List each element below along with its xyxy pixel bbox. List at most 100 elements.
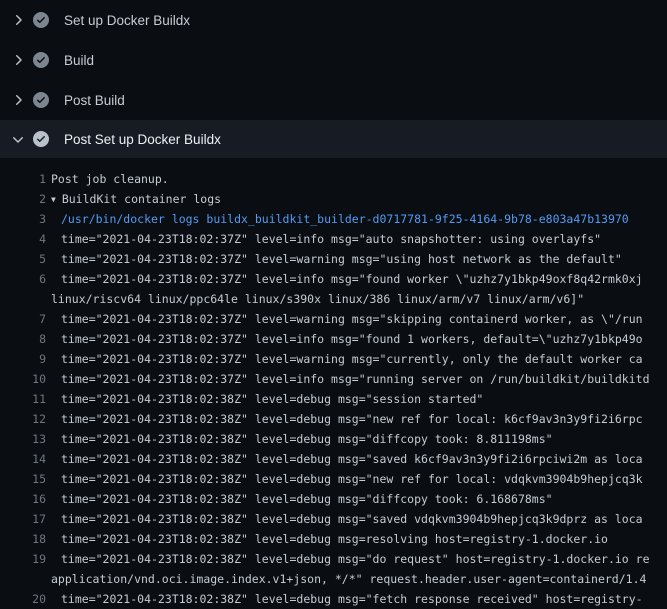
log-line-body: time="2021-04-23T18:02:38Z" level=debug … (61, 432, 553, 446)
log-line-text: ▼ BuildKit container logs (51, 189, 221, 209)
check-circle-icon (33, 12, 49, 28)
log-line-number[interactable]: 14 (0, 449, 46, 469)
step-row-set-up-docker-buildx[interactable]: Set up Docker Buildx (0, 0, 667, 40)
log-line-text: ▼time="2021-04-23T18:02:38Z" level=debug… (61, 489, 553, 509)
log-line-body: linux/riscv64 linux/ppc64le linux/s390x … (51, 292, 584, 306)
step-row-post-build[interactable]: Post Build (0, 80, 667, 120)
log-line-body: time="2021-04-23T18:02:38Z" level=debug … (61, 592, 643, 606)
log-line-text: ▼time="2021-04-23T18:02:37Z" level=info … (61, 329, 643, 349)
log-line-number[interactable]: 11 (0, 389, 46, 409)
log-line: 18 ▼time="2021-04-23T18:02:38Z" level=de… (0, 529, 667, 549)
group-collapse-triangle-icon[interactable]: ▼ (51, 195, 56, 204)
log-line-number[interactable]: 18 (0, 529, 46, 549)
chevron-right-icon (10, 12, 26, 28)
log-line-text: ▼time="2021-04-23T18:02:37Z" level=info … (61, 269, 643, 289)
step-title: Post Set up Docker Buildx (64, 132, 221, 147)
check-circle-icon (33, 92, 49, 108)
log-line-text: ▼time="2021-04-23T18:02:38Z" level=debug… (61, 529, 608, 549)
log-line: 9 ▼time="2021-04-23T18:02:37Z" level=war… (0, 349, 667, 369)
log-line-text: ▼time="2021-04-23T18:02:37Z" level=info … (61, 229, 601, 249)
log-line-text: ▼time="2021-04-23T18:02:38Z" level=debug… (61, 449, 643, 469)
log-line-body: time="2021-04-23T18:02:37Z" level=warnin… (61, 312, 643, 326)
check-circle-icon (33, 131, 49, 147)
log-line: 8 ▼time="2021-04-23T18:02:37Z" level=inf… (0, 329, 667, 349)
log-line-body: time="2021-04-23T18:02:37Z" level=info m… (61, 372, 650, 386)
log-line-text: ▼/usr/bin/docker logs buildx_buildkit_bu… (61, 209, 629, 229)
log-line-body: /usr/bin/docker logs buildx_buildkit_bui… (61, 212, 629, 226)
log-line-body: time="2021-04-23T18:02:38Z" level=debug … (61, 412, 643, 426)
step-title: Build (64, 53, 94, 68)
log-line-body: time="2021-04-23T18:02:38Z" level=debug … (61, 532, 608, 546)
log-line: 15 ▼time="2021-04-23T18:02:38Z" level=de… (0, 469, 667, 489)
log-line: 4 ▼time="2021-04-23T18:02:37Z" level=inf… (0, 229, 667, 249)
log-line-body: time="2021-04-23T18:02:37Z" level=info m… (61, 272, 643, 286)
log-line: 1 ▼Post job cleanup. (0, 169, 667, 189)
log-line-text: ▼time="2021-04-23T18:02:38Z" level=debug… (61, 429, 553, 449)
log-line-number[interactable]: 4 (0, 229, 46, 249)
step-row-build[interactable]: Build (0, 40, 667, 80)
log-line: 7 ▼time="2021-04-23T18:02:37Z" level=war… (0, 309, 667, 329)
chevron-down-icon (10, 131, 26, 147)
log-line: 16 ▼time="2021-04-23T18:02:38Z" level=de… (0, 489, 667, 509)
log-line: 17 ▼time="2021-04-23T18:02:38Z" level=de… (0, 509, 667, 529)
steps-list: Set up Docker Buildx Build Post Build (0, 0, 667, 158)
log-line-text: ▼Post job cleanup. (51, 169, 169, 189)
log-line-body: time="2021-04-23T18:02:38Z" level=debug … (61, 552, 650, 566)
log-line-body: time="2021-04-23T18:02:38Z" level=debug … (61, 392, 483, 406)
chevron-right-icon (10, 52, 26, 68)
log-line: 11 ▼time="2021-04-23T18:02:38Z" level=de… (0, 389, 667, 409)
log-line-text: ▼time="2021-04-23T18:02:38Z" level=debug… (61, 389, 483, 409)
log-line-body: time="2021-04-23T18:02:37Z" level=warnin… (61, 352, 643, 366)
log-line: 20 ▼time="2021-04-23T18:02:38Z" level=de… (0, 589, 667, 609)
log-line-text: ▼time="2021-04-23T18:02:38Z" level=debug… (61, 469, 643, 489)
log-line-text: ▼time="2021-04-23T18:02:37Z" level=warni… (61, 249, 622, 269)
log-line-number[interactable] (0, 569, 46, 589)
log-line: ▼application/vnd.oci.image.index.v1+json… (0, 569, 667, 589)
chevron-right-icon (10, 92, 26, 108)
log-line: 10 ▼time="2021-04-23T18:02:37Z" level=in… (0, 369, 667, 389)
log-line-body: Post job cleanup. (51, 172, 169, 186)
log-line-number[interactable]: 9 (0, 349, 46, 369)
log-line[interactable]: 2 ▼ BuildKit container logs (0, 189, 667, 209)
log-line-number[interactable]: 15 (0, 469, 46, 489)
log-line-number[interactable]: 6 (0, 269, 46, 289)
log-viewer[interactable]: 1 ▼Post job cleanup. 2 ▼ BuildKit contain… (0, 158, 667, 609)
log-line-text: ▼time="2021-04-23T18:02:38Z" level=debug… (61, 509, 643, 529)
log-line-number[interactable]: 10 (0, 369, 46, 389)
log-line-number[interactable]: 8 (0, 329, 46, 349)
log-line-number[interactable]: 19 (0, 549, 46, 569)
log-line-text: ▼time="2021-04-23T18:02:37Z" level=warni… (61, 309, 643, 329)
log-line: ▼linux/riscv64 linux/ppc64le linux/s390x… (0, 289, 667, 309)
log-line: 13 ▼time="2021-04-23T18:02:38Z" level=de… (0, 429, 667, 449)
log-line-text: ▼time="2021-04-23T18:02:38Z" level=debug… (61, 549, 650, 569)
log-line-number[interactable]: 16 (0, 489, 46, 509)
log-line-number[interactable]: 13 (0, 429, 46, 449)
log-line-number[interactable] (0, 289, 46, 309)
log-line-body: time="2021-04-23T18:02:38Z" level=debug … (61, 452, 643, 466)
log-line-number[interactable]: 20 (0, 589, 46, 609)
log-line-number[interactable]: 12 (0, 409, 46, 429)
log-line: 14 ▼time="2021-04-23T18:02:38Z" level=de… (0, 449, 667, 469)
log-line-number[interactable]: 3 (0, 209, 46, 229)
log-line-text: ▼time="2021-04-23T18:02:38Z" level=debug… (61, 409, 643, 429)
log-line-text: ▼time="2021-04-23T18:02:38Z" level=debug… (61, 589, 643, 609)
log-line-number[interactable]: 7 (0, 309, 46, 329)
step-row-post-set-up-docker-buildx[interactable]: Post Set up Docker Buildx (0, 120, 667, 158)
log-line: 5 ▼time="2021-04-23T18:02:37Z" level=war… (0, 249, 667, 269)
log-line-number[interactable]: 2 (0, 189, 46, 209)
log-line-body: BuildKit container logs (62, 192, 221, 206)
log-line-text: ▼time="2021-04-23T18:02:37Z" level=warni… (61, 349, 643, 369)
log-line: 3 ▼/usr/bin/docker logs buildx_buildkit_… (0, 209, 667, 229)
log-line-number[interactable]: 1 (0, 169, 46, 189)
log-line: 6 ▼time="2021-04-23T18:02:37Z" level=inf… (0, 269, 667, 289)
log-line-body: time="2021-04-23T18:02:38Z" level=debug … (61, 512, 643, 526)
log-line-body: time="2021-04-23T18:02:37Z" level=info m… (61, 232, 601, 246)
log-line-body: time="2021-04-23T18:02:37Z" level=warnin… (61, 252, 622, 266)
log-line-text: ▼time="2021-04-23T18:02:37Z" level=info … (61, 369, 650, 389)
log-line-body: time="2021-04-23T18:02:38Z" level=debug … (61, 472, 643, 486)
log-line: 19 ▼time="2021-04-23T18:02:38Z" level=de… (0, 549, 667, 569)
log-line-number[interactable]: 17 (0, 509, 46, 529)
check-circle-icon (33, 52, 49, 68)
log-line-number[interactable]: 5 (0, 249, 46, 269)
log-line: 12 ▼time="2021-04-23T18:02:38Z" level=de… (0, 409, 667, 429)
